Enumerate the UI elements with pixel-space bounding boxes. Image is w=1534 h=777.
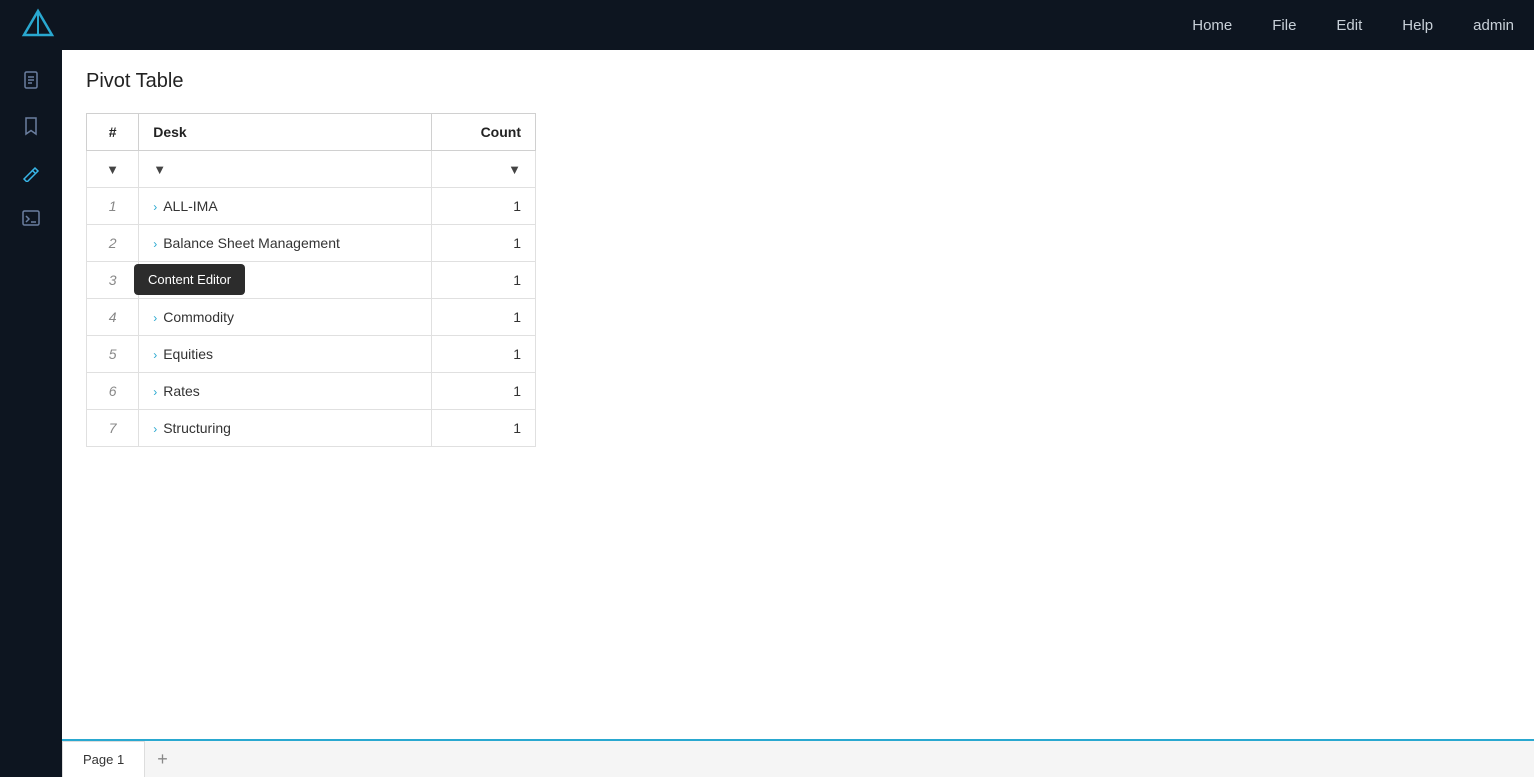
- row-num: 7: [87, 410, 139, 447]
- table-row: 1 ›ALL-IMA 1: [87, 188, 536, 225]
- nav-admin[interactable]: admin: [1473, 17, 1514, 34]
- filter-count-dropdown[interactable]: ▼: [508, 162, 521, 177]
- row-count: 1: [431, 410, 535, 447]
- table-row: 3 ›Bonds 1: [87, 262, 536, 299]
- row-num: 1: [87, 188, 139, 225]
- nav-help[interactable]: Help: [1402, 17, 1433, 34]
- filter-desk[interactable]: ▼: [139, 151, 431, 188]
- page-content: Content Editor Pivot Table # Desk Count …: [62, 50, 1534, 739]
- table-row: 6 ›Rates 1: [87, 373, 536, 410]
- table-row: 5 ›Equities 1: [87, 336, 536, 373]
- pivot-table: # Desk Count ▼ ▼ ▼: [86, 113, 536, 447]
- row-expand-icon[interactable]: ›: [153, 385, 157, 399]
- row-expand-icon[interactable]: ›: [153, 200, 157, 214]
- app-logo[interactable]: [20, 7, 56, 43]
- nav-menu: Home File Edit Help admin: [1192, 17, 1514, 34]
- row-desk: ›Balance Sheet Management: [139, 225, 431, 262]
- col-header-num: #: [87, 114, 139, 151]
- row-num: 3: [87, 262, 139, 299]
- filter-desk-dropdown[interactable]: ▼: [153, 162, 166, 177]
- nav-file[interactable]: File: [1272, 17, 1296, 34]
- row-desk: ›Rates: [139, 373, 431, 410]
- row-desk: ›Commodity: [139, 299, 431, 336]
- row-expand-icon[interactable]: ›: [153, 237, 157, 251]
- table-row: 7 ›Structuring 1: [87, 410, 536, 447]
- edit-icon[interactable]: [11, 152, 51, 192]
- nav-home[interactable]: Home: [1192, 17, 1232, 34]
- row-num: 5: [87, 336, 139, 373]
- page-title: Pivot Table: [86, 70, 1510, 93]
- sidebar: [0, 50, 62, 777]
- row-count: 1: [431, 188, 535, 225]
- main-area: Content Editor Pivot Table # Desk Count …: [0, 50, 1534, 777]
- row-num: 4: [87, 299, 139, 336]
- row-expand-icon[interactable]: ›: [153, 274, 157, 288]
- row-expand-icon[interactable]: ›: [153, 311, 157, 325]
- row-num: 2: [87, 225, 139, 262]
- row-desk: ›ALL-IMA: [139, 188, 431, 225]
- filter-num-dropdown[interactable]: ▼: [106, 162, 119, 177]
- document-icon[interactable]: [11, 60, 51, 100]
- row-expand-icon[interactable]: ›: [153, 348, 157, 362]
- row-num: 6: [87, 373, 139, 410]
- col-header-desk: Desk: [139, 114, 431, 151]
- row-count: 1: [431, 299, 535, 336]
- row-expand-icon[interactable]: ›: [153, 422, 157, 436]
- row-count: 1: [431, 225, 535, 262]
- filter-count[interactable]: ▼: [431, 151, 535, 188]
- nav-edit[interactable]: Edit: [1336, 17, 1362, 34]
- add-tab-button[interactable]: +: [145, 745, 180, 774]
- filter-num[interactable]: ▼: [87, 151, 139, 188]
- row-desk: ›Equities: [139, 336, 431, 373]
- row-count: 1: [431, 262, 535, 299]
- terminal-icon[interactable]: [11, 198, 51, 238]
- top-nav: Home File Edit Help admin: [0, 0, 1534, 50]
- content-area: Content Editor Pivot Table # Desk Count …: [62, 50, 1534, 777]
- row-count: 1: [431, 336, 535, 373]
- bookmark-icon[interactable]: [11, 106, 51, 146]
- table-row: 4 ›Commodity 1: [87, 299, 536, 336]
- row-count: 1: [431, 373, 535, 410]
- col-header-count: Count: [431, 114, 535, 151]
- table-row: 2 ›Balance Sheet Management 1: [87, 225, 536, 262]
- row-desk: ›Bonds: [139, 262, 431, 299]
- row-desk: ›Structuring: [139, 410, 431, 447]
- tab-page1[interactable]: Page 1: [62, 741, 145, 777]
- tab-bar: Page 1 +: [62, 739, 1534, 777]
